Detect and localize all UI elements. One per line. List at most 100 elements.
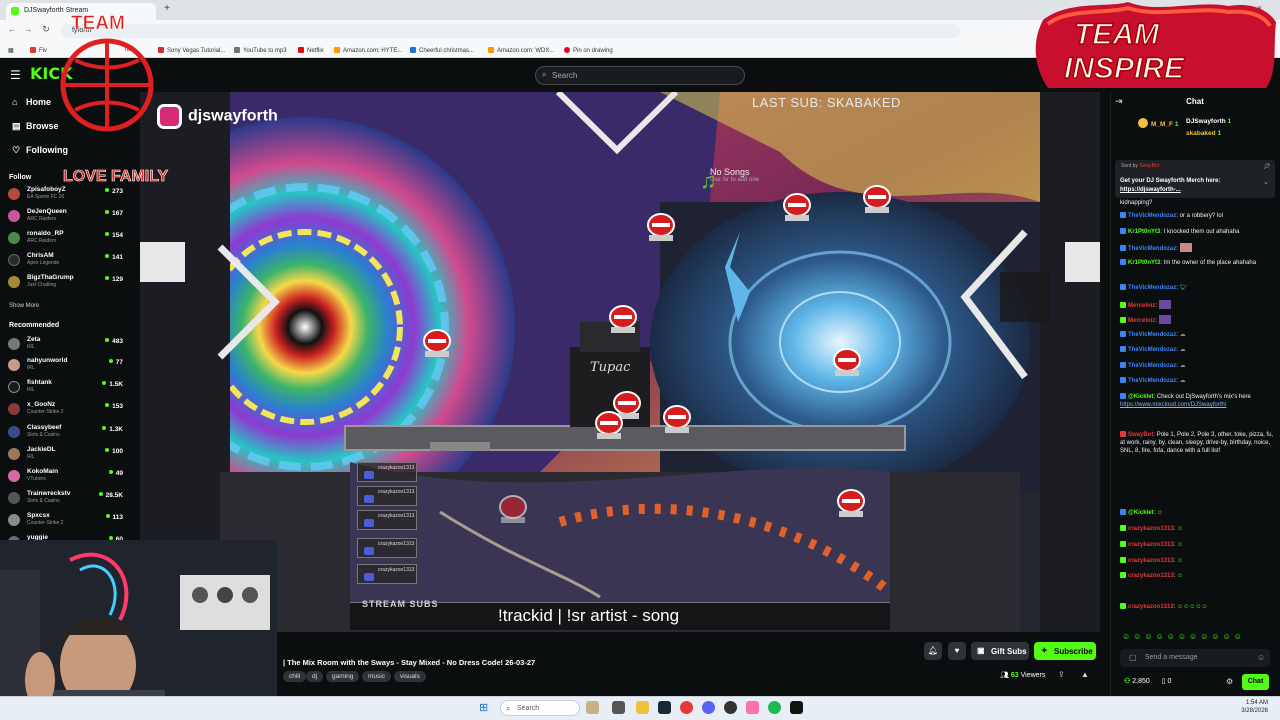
chat-message: TheVicMendozaz: ☁ [1120, 331, 1275, 339]
search-input[interactable]: ⌕ Search [535, 66, 745, 85]
sidebar-channel[interactable]: x_GooNz Counter-Strike 2 153 [8, 401, 123, 417]
task-view-icon[interactable] [612, 701, 625, 714]
viewer-count: 1.3K [102, 426, 123, 433]
chat-message: crazykazoo1313: ☺☺☺☺☺ [1120, 603, 1275, 611]
chat-link[interactable]: https://www.mixcloud.com/DJSwayforth/ [1120, 402, 1226, 408]
pet-robot-icon [863, 185, 891, 213]
following-heading: Follow [9, 174, 32, 181]
pet-robot-icon [595, 411, 623, 439]
apps-icon[interactable]: ▦ [8, 47, 14, 54]
file-explorer-icon[interactable] [636, 701, 649, 714]
bookmark-item[interactable]: Amazon.com: WDX... [488, 47, 554, 54]
sidebar-channel[interactable]: Trainwreckstv Slots & Casino 28.5K [8, 490, 123, 506]
last-sub-text: LAST SUB: SKABAKED [752, 95, 901, 110]
pinned-message[interactable]: Sent by SwayBot Get your DJ Swayforth Me… [1115, 160, 1275, 198]
terminal-icon[interactable] [790, 701, 803, 714]
back-icon[interactable]: ← [6, 24, 18, 36]
avatar [8, 403, 20, 415]
trackid-command-text: !trackid | !sr artist - song [498, 606, 680, 625]
channel-category: Counter-Strike 2 [27, 520, 64, 526]
sidebar-channel[interactable]: nahyunworld IRL 77 [8, 357, 123, 373]
webcam-image [0, 540, 277, 720]
kick-icon [364, 519, 374, 527]
gift-icon: ▣ [977, 646, 985, 655]
menu-icon[interactable]: ☰ [10, 68, 21, 82]
reload-icon[interactable]: ↻ [40, 24, 52, 36]
bookmark-item[interactable]: Amazon.com: HYTE... [334, 47, 402, 54]
sidebar-channel[interactable]: DeJenQueen ARC Raiders 167 [8, 208, 123, 224]
channel-name: Zeta [27, 336, 41, 343]
emote-bar[interactable]: ☺☺☺☺☺☺☺☺☺☺☺ [1122, 632, 1245, 641]
emote-icon: ☺ [1177, 542, 1184, 548]
gift-subs-button[interactable]: ▣ Gift Subs [971, 642, 1029, 660]
bookmark-item[interactable]: Pin on drawing [564, 47, 613, 54]
discord-icon[interactable] [702, 701, 715, 714]
spotify-icon[interactable] [768, 701, 781, 714]
chat-message: TheVicMendozaz: or a robbery? lol [1120, 212, 1275, 220]
sidebar-channel[interactable]: fishtank IRL 1.5K [8, 379, 123, 395]
pinned-text: Get your DJ Swayforth Merch here: [1120, 178, 1221, 184]
badge-icon [1120, 331, 1126, 337]
svg-text:LOVE FAMILY: LOVE FAMILY [63, 168, 169, 185]
sidebar-channel[interactable]: Classybeef Slots & Casino 1.3K [8, 424, 123, 440]
obs-icon[interactable] [724, 701, 737, 714]
bookmark-icon [298, 47, 304, 53]
pin-icon[interactable]: 📌︎ [1263, 163, 1271, 170]
channel-points[interactable]: ⚇ 2,850 ▯ 0 [1124, 677, 1171, 685]
tag-chip[interactable]: gaming [326, 671, 360, 682]
channel-name: DeJenQueen [27, 208, 67, 215]
sidebar-nav-home[interactable]: ⌂ Home [12, 97, 51, 107]
share-icon[interactable]: ⇪ [1058, 670, 1065, 679]
chat-send-button[interactable]: Chat [1242, 674, 1269, 690]
sidebar-channel[interactable]: BigzThaGrump Just Chatting 129 [8, 274, 123, 290]
sidebar-channel[interactable]: Zeta IRL 483 [8, 336, 123, 352]
sidebar-channel[interactable]: Spxcsx Counter-Strike 2 113 [8, 512, 123, 528]
sidebar-channel[interactable]: JackieDL IRL 100 [8, 446, 123, 462]
bookmark-item[interactable]: Netflix [298, 47, 324, 54]
forward-icon[interactable]: → [22, 24, 34, 36]
avatar [8, 338, 20, 350]
chrome-icon[interactable] [680, 701, 693, 714]
pinned-link[interactable]: https://djswayforth-... [1120, 187, 1181, 193]
tag-chip[interactable]: music [362, 671, 391, 682]
sidebar-channel[interactable]: ChrisAM Apex Legends 141 [8, 252, 123, 268]
sidebar-channel[interactable]: KokoMain VTubers 49 [8, 468, 123, 484]
widget-icon[interactable] [586, 701, 599, 714]
tag-chip[interactable]: visuals [394, 671, 426, 682]
bookmark-item[interactable]: Cheerful christmas... [410, 47, 474, 54]
settings-gear-icon[interactable]: ⚙ [1226, 677, 1233, 686]
notification-bell-icon[interactable]: 🔔︎ [924, 642, 942, 660]
emote-picker-icon[interactable]: ☺ [1257, 653, 1265, 662]
kick-icon [364, 471, 374, 479]
bookmark-label: Netflix [307, 48, 324, 54]
sidebar-channel[interactable]: ronaldo_RP ARC Raiders 154 [8, 230, 123, 246]
steam-icon[interactable] [658, 701, 671, 714]
app-icon[interactable] [746, 701, 759, 714]
kick-icon [364, 495, 374, 503]
show-more-link[interactable]: Show More [9, 303, 39, 309]
taskbar-clock[interactable]: 1:54 AM 3/28/2026 [1241, 699, 1268, 715]
video-player[interactable]: Tupac ♫ LAST SUB: SKABAKED djswayforth N… [140, 92, 1100, 632]
channel-name: ronaldo_RP [27, 230, 64, 237]
pet-robot-icon [837, 489, 865, 517]
channel-category: Slots & Casino [27, 498, 60, 504]
pet-robot-icon [423, 329, 451, 357]
bookmark-item[interactable]: YouTube to mp3 [234, 47, 287, 54]
report-icon[interactable]: ▲ [1081, 670, 1089, 679]
collapse-chat-icon[interactable]: ⇥ [1115, 96, 1123, 107]
tag-chip[interactable]: chill [283, 671, 307, 682]
chat-message: SwayBot: Pole 1, Pole 2, Pole 3, other, … [1120, 431, 1274, 454]
tag-chip[interactable]: dj [306, 671, 324, 682]
taskbar-search[interactable]: ⌕ Search [500, 700, 580, 716]
sidebar-nav-browse[interactable]: ▤ Browse [12, 121, 59, 132]
url-field[interactable]: fyforth [60, 24, 960, 38]
bookmark-icon [234, 47, 240, 53]
subscribe-button[interactable]: ✦ Subscribe [1034, 642, 1096, 660]
chevron-down-icon[interactable]: ⌄ [1263, 178, 1269, 186]
windows-start-icon[interactable]: ⊞ [479, 701, 488, 714]
chat-header: Chat [1186, 97, 1204, 106]
bookmark-item[interactable]: Fiv [30, 47, 47, 54]
follow-heart-icon[interactable]: ♥ [948, 642, 966, 660]
chat-input[interactable]: ▢ Send a message ☺ [1120, 649, 1270, 667]
pet-robot-icon [783, 193, 811, 221]
